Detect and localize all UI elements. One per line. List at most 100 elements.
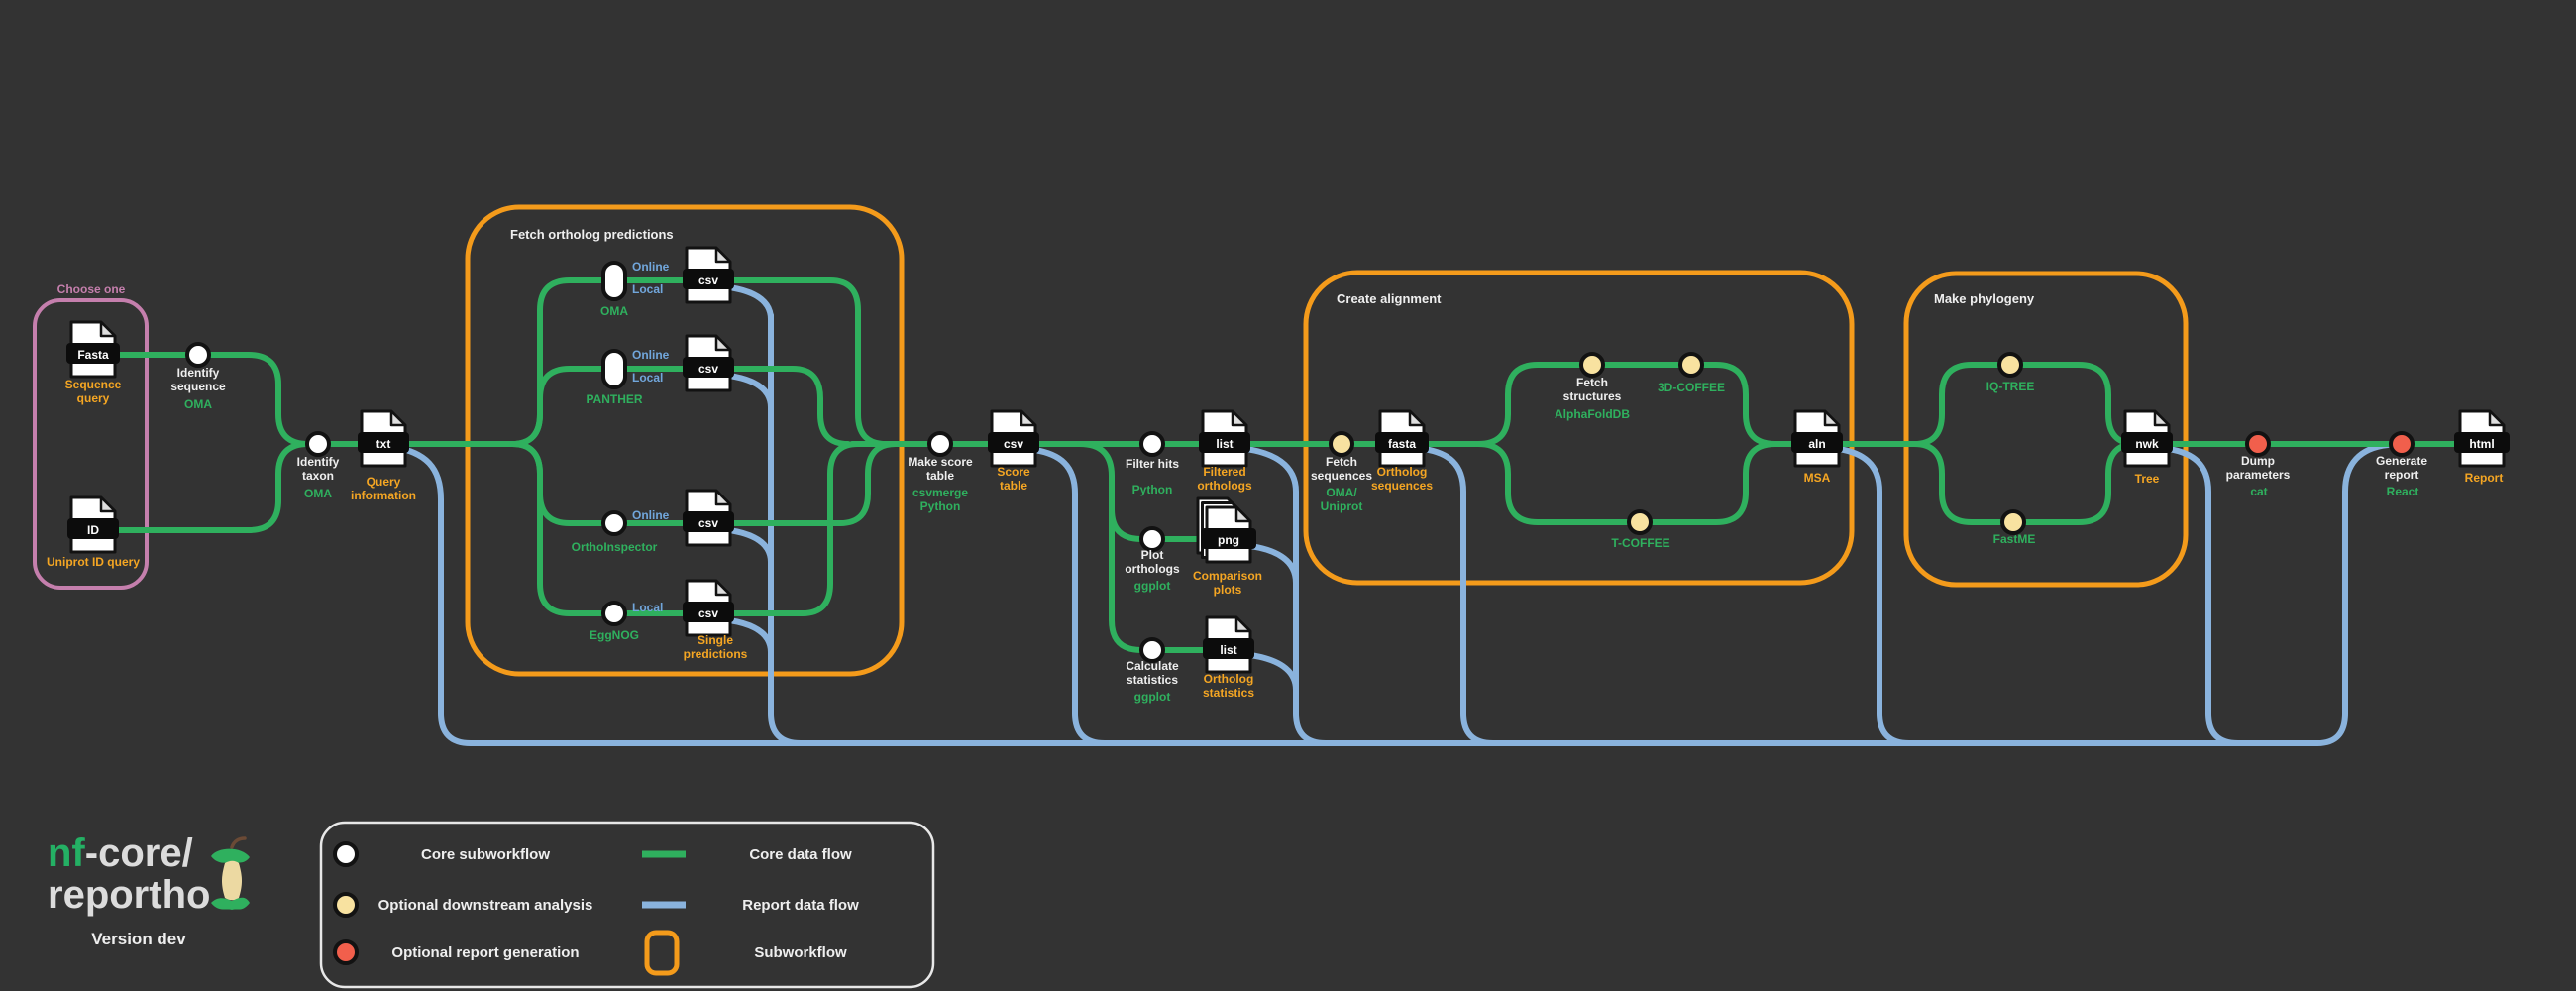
orthoinspector-online-label: Online xyxy=(632,508,670,522)
identify-taxon-name2: taxon xyxy=(302,469,334,483)
uniprot-id-query-file-icon: ID xyxy=(67,497,119,552)
filter-hits-name: Filter hits xyxy=(1126,457,1179,471)
oma-tool: OMA xyxy=(600,304,628,318)
msa-label: MSA xyxy=(1804,471,1831,485)
legend-report-flow-label: Report data flow xyxy=(742,897,859,914)
orthoinspector-tool: OrthoInspector xyxy=(572,540,658,554)
pipeline-diagram: Fasta ID txt csv csv csv csv csv list xyxy=(0,0,2576,991)
fetch-sequences-node xyxy=(1331,433,1352,455)
sequence-query-label: Sequence xyxy=(65,378,122,391)
calculate-statistics-name: Calculate xyxy=(1126,659,1179,673)
identify-sequence-tool: OMA xyxy=(184,397,212,411)
generate-report-tool: React xyxy=(2387,485,2419,498)
score-table-label: Score xyxy=(997,465,1030,479)
ortholog-sequences-label2: sequences xyxy=(1371,479,1433,493)
file-type-label: csv xyxy=(698,516,718,530)
score-table-label2: table xyxy=(1000,479,1027,493)
file-type-label: list xyxy=(1216,437,1233,451)
fetch-sequences-name: Fetch xyxy=(1326,455,1357,469)
identify-taxon-node xyxy=(307,433,329,455)
generate-report-node xyxy=(2391,433,2413,455)
file-type-label: html xyxy=(2469,437,2494,451)
t-coffee-node xyxy=(1629,511,1651,533)
make-score-table-name: Make score xyxy=(908,455,973,469)
query-information-file-icon: txt xyxy=(358,411,409,466)
fastme-node xyxy=(2002,511,2024,533)
query-information-label2: information xyxy=(351,489,416,502)
file-type-label: aln xyxy=(1808,437,1825,451)
logo-nf: nf xyxy=(48,831,85,875)
orthoinspector-node xyxy=(603,512,625,534)
make-score-table-node xyxy=(929,433,951,455)
score-table-file-icon: csv xyxy=(988,411,1039,466)
plot-orthologs-node xyxy=(1141,528,1163,550)
fetch-structures-name2: structures xyxy=(1563,389,1622,403)
logo-pipeline-name: reportho xyxy=(48,873,210,917)
single-predictions-file-icon: csv xyxy=(683,581,734,635)
eggnog-local-label: Local xyxy=(632,601,663,614)
legend-subworkflow-label: Subworkflow xyxy=(754,944,847,961)
file-type-label: ID xyxy=(87,523,99,537)
calculate-statistics-name2: statistics xyxy=(1127,673,1178,687)
ortholog-statistics-file-icon: list xyxy=(1203,617,1254,672)
file-type-label: csv xyxy=(698,274,718,287)
panther-tool: PANTHER xyxy=(586,392,642,406)
legend-optional-report-label: Optional report generation xyxy=(391,944,579,961)
file-type-label: csv xyxy=(1004,437,1023,451)
comparison-plots-label: Comparison xyxy=(1193,569,1262,583)
dump-parameters-name: Dump xyxy=(2241,454,2275,468)
panther-csv-file-icon: csv xyxy=(683,336,734,390)
make-score-table-tool: csvmerge xyxy=(912,486,968,499)
generate-report-name: Generate xyxy=(2376,454,2427,468)
identify-taxon-tool: OMA xyxy=(304,487,332,500)
filter-hits-tool: Python xyxy=(1132,483,1173,496)
file-type-label: nwk xyxy=(2135,437,2159,451)
file-type-label: Fasta xyxy=(77,348,109,362)
fetch-structures-tool: AlphaFoldDB xyxy=(1555,407,1630,421)
file-type-label: txt xyxy=(376,437,391,451)
plot-orthologs-tool: ggplot xyxy=(1134,579,1171,593)
fetch-structures-name: Fetch xyxy=(1576,376,1608,389)
comparison-plots-label2: plots xyxy=(1214,583,1242,597)
fetch-sequences-tool2: Uniprot xyxy=(1321,499,1363,513)
legend-optional-downstream-label: Optional downstream analysis xyxy=(378,897,593,914)
eggnog-node xyxy=(603,603,625,624)
fetch-predictions-title: Fetch ortholog predictions xyxy=(510,227,674,242)
identify-sequence-name2: sequence xyxy=(170,380,226,393)
logo-version: Version dev xyxy=(91,930,186,948)
ortholog-sequences-label: Ortholog xyxy=(1377,465,1428,479)
oma-node xyxy=(603,263,625,299)
panther-local-label: Local xyxy=(632,371,663,385)
make-phylogeny-title: Make phylogeny xyxy=(1934,291,2035,306)
choose-one-title: Choose one xyxy=(57,282,126,296)
oma-csv-file-icon: csv xyxy=(683,248,734,302)
t-coffee-tool: T-COFFEE xyxy=(1611,536,1669,550)
ortholog-statistics-label2: statistics xyxy=(1203,686,1254,700)
make-score-table-name2: table xyxy=(926,469,954,483)
fastme-tool: FastME xyxy=(1993,532,2036,546)
file-type-label: csv xyxy=(698,606,718,620)
legend-core-flow-label: Core data flow xyxy=(749,846,852,863)
panther-online-label: Online xyxy=(632,348,670,362)
single-predictions-label2: predictions xyxy=(684,647,748,661)
oma-local-label: Local xyxy=(632,282,663,296)
legend-optional-report-icon xyxy=(335,941,357,963)
dump-parameters-tool: cat xyxy=(2250,485,2267,498)
identify-sequence-name: Identify xyxy=(177,366,220,380)
panther-node xyxy=(603,351,625,387)
filtered-orthologs-file-icon: list xyxy=(1199,411,1250,466)
calculate-statistics-node xyxy=(1141,639,1163,661)
file-type-label: fasta xyxy=(1388,437,1416,451)
identify-sequence-node xyxy=(187,344,209,366)
filter-hits-node xyxy=(1141,433,1163,455)
legend-core-subworkflow-label: Core subworkflow xyxy=(421,846,550,863)
three-d-coffee-tool: 3D-COFFEE xyxy=(1658,381,1725,394)
report-label: Report xyxy=(2465,471,2504,485)
generate-report-name2: report xyxy=(2385,468,2419,482)
file-type-label: csv xyxy=(698,362,718,376)
logo-core: -core/ xyxy=(85,831,193,875)
sequence-query-label2: query xyxy=(77,391,110,405)
fetch-structures-node xyxy=(1581,354,1603,376)
msa-file-icon: aln xyxy=(1791,411,1843,466)
dump-parameters-node xyxy=(2247,433,2269,455)
